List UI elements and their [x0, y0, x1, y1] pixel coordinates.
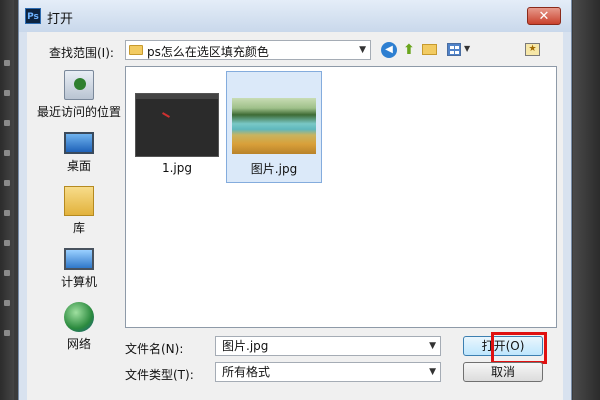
filename-label: 文件名(N): [125, 342, 184, 356]
file-item[interactable]: 1.jpg [130, 93, 224, 175]
chevron-down-icon[interactable]: ▼ [464, 44, 470, 53]
close-button[interactable]: ✕ [527, 7, 561, 25]
tool-icon [4, 240, 10, 246]
tool-icon [4, 330, 10, 336]
file-label: 1.jpg [161, 161, 193, 175]
tool-icon [4, 180, 10, 186]
up-folder-icon[interactable]: ⬆ [401, 42, 417, 58]
photoshop-app-icon: Ps [25, 8, 41, 24]
file-thumbnail [135, 93, 219, 157]
view-menu-icon[interactable] [447, 43, 461, 56]
place-library[interactable]: 库 [35, 186, 123, 236]
tool-icon [4, 300, 10, 306]
cancel-button[interactable]: 取消 [463, 362, 543, 382]
filetype-value: 所有格式 [222, 365, 271, 379]
filetype-select[interactable]: 所有格式 ▼ [215, 362, 441, 382]
place-label: 计算机 [60, 275, 97, 289]
back-icon[interactable]: ◀ [381, 42, 397, 58]
place-label: 最近访问的位置 [36, 105, 121, 119]
chevron-down-icon[interactable]: ▼ [429, 363, 436, 381]
tool-icon [4, 270, 10, 276]
lookin-value: ps怎么在选区填充颜色 [147, 45, 269, 59]
file-thumbnail [232, 98, 316, 154]
open-file-dialog: Ps 打开 ✕ 查找范围(I): ps怎么在选区填充颜色 ▼ ◀ ⬆ ▼ ★ 最… [18, 0, 572, 400]
tool-icon [4, 60, 10, 66]
photoshop-panel-strip [573, 0, 600, 400]
network-icon [64, 302, 94, 332]
place-network[interactable]: 网络 [35, 302, 123, 352]
place-computer[interactable]: 计算机 [35, 244, 123, 290]
lookin-dropdown[interactable]: ps怎么在选区填充颜色 ▼ [125, 40, 371, 60]
places-bar: 最近访问的位置 桌面 库 计算机 网络 [35, 66, 123, 396]
place-label: 网络 [66, 337, 91, 351]
file-list[interactable]: 1.jpg 图片.jpg [125, 66, 557, 328]
desktop-icon [64, 132, 94, 154]
place-recent[interactable]: 最近访问的位置 [35, 70, 123, 120]
library-icon [64, 186, 94, 216]
photoshop-toolbar-strip [0, 0, 14, 400]
file-item-selected[interactable]: 图片.jpg [226, 71, 322, 183]
file-label: 图片.jpg [250, 162, 298, 176]
place-desktop[interactable]: 桌面 [35, 128, 123, 174]
dialog-title: 打开 [47, 12, 74, 27]
computer-icon [64, 248, 94, 270]
highlight-box [491, 332, 547, 364]
tool-icon [4, 90, 10, 96]
lookin-label: 查找范围(I): [49, 46, 114, 60]
folder-icon [129, 45, 143, 55]
tool-icon [4, 210, 10, 216]
dialog-body: 查找范围(I): ps怎么在选区填充颜色 ▼ ◀ ⬆ ▼ ★ 最近访问的位置 桌… [27, 32, 563, 400]
title-bar: Ps 打开 ✕ [19, 0, 571, 32]
recent-places-icon [64, 70, 94, 100]
chevron-down-icon[interactable]: ▼ [429, 337, 436, 355]
chevron-down-icon: ▼ [359, 45, 366, 55]
tool-icon [4, 150, 10, 156]
place-label: 库 [72, 221, 85, 235]
new-folder-icon[interactable] [422, 44, 437, 55]
filename-input[interactable]: 图片.jpg ▼ [215, 336, 441, 356]
place-label: 桌面 [66, 159, 91, 173]
recent-places-icon[interactable]: ★ [525, 43, 540, 56]
filetype-label: 文件类型(T): [125, 368, 194, 382]
tool-icon [4, 120, 10, 126]
filename-value: 图片.jpg [222, 339, 269, 353]
